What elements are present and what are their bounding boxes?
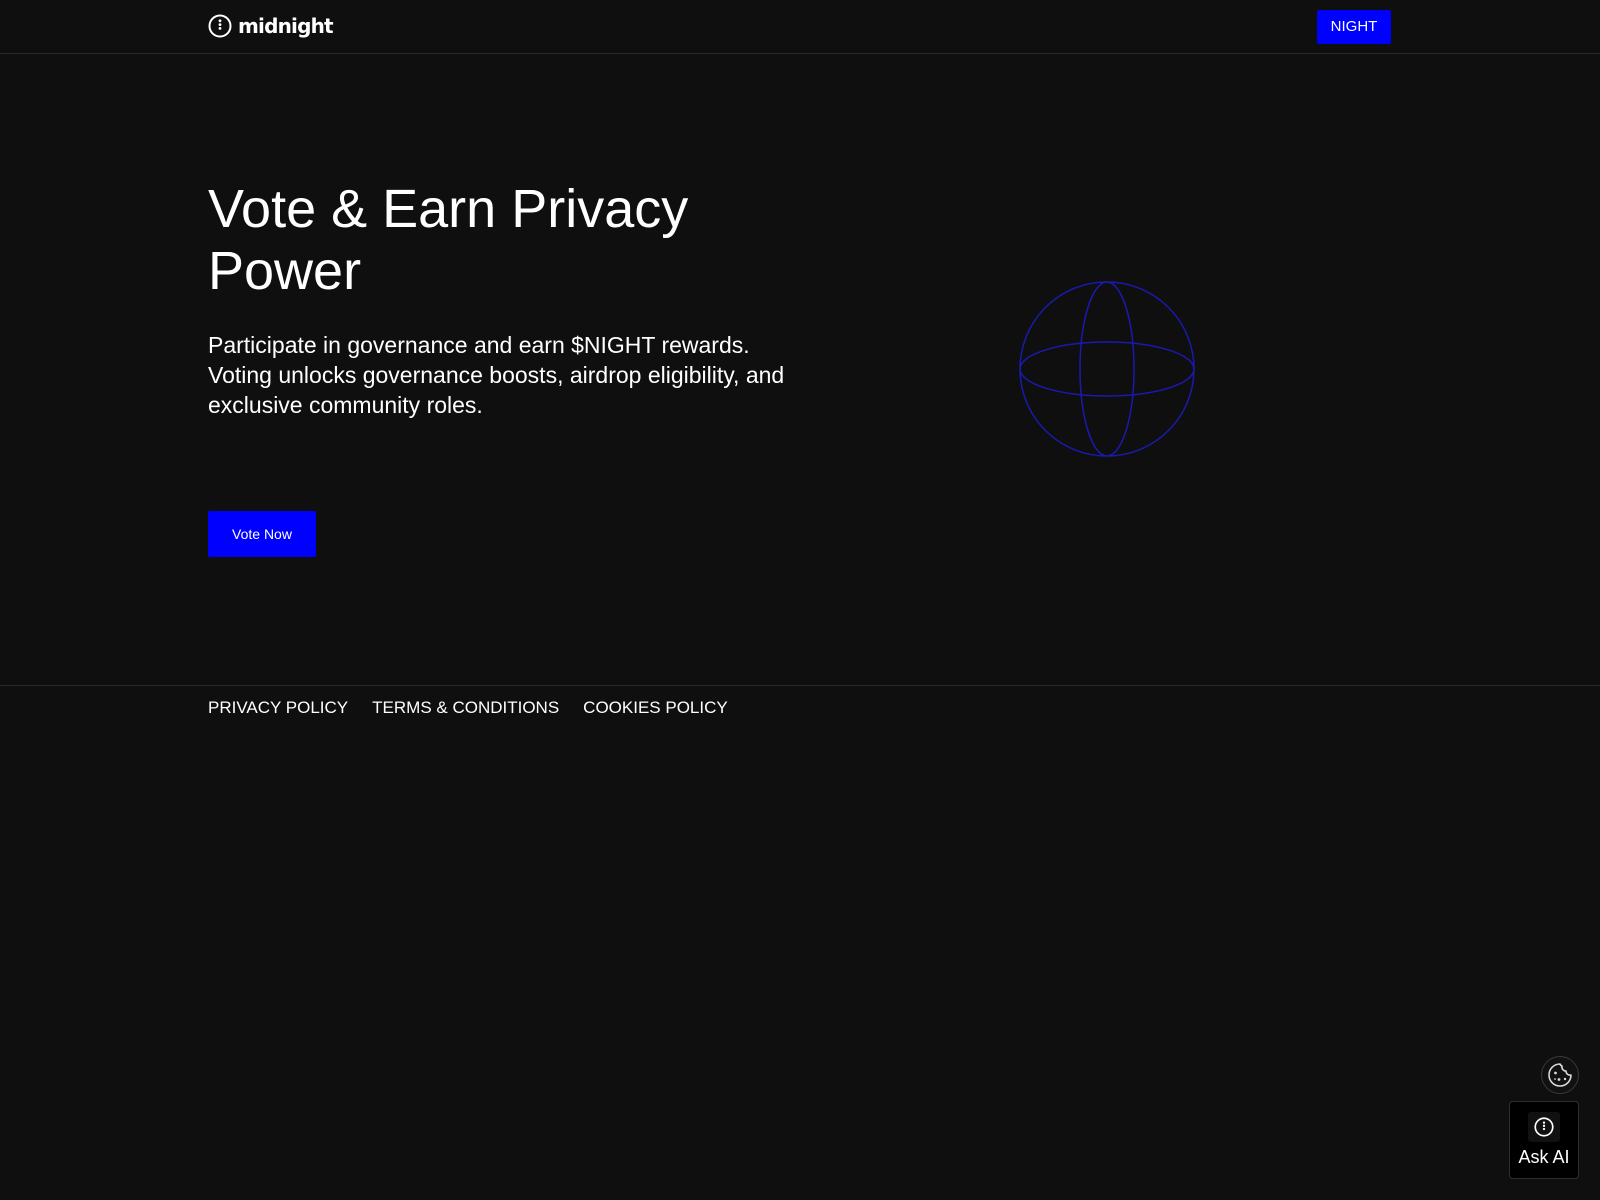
midnight-logo[interactable]: midnight bbox=[208, 13, 334, 39]
ask-ai-button[interactable]: Ask AI bbox=[1509, 1101, 1579, 1179]
globe-wireframe-icon bbox=[1019, 281, 1195, 457]
ask-ai-icon-container bbox=[1528, 1112, 1560, 1142]
logo-text: midnight bbox=[238, 14, 334, 38]
hero-description: Participate in governance and earn $NIGH… bbox=[208, 332, 785, 418]
site-footer: PRIVACY POLICY TERMS & CONDITIONS COOKIE… bbox=[0, 685, 1600, 726]
cookie-settings-button[interactable] bbox=[1541, 1056, 1579, 1094]
ask-ai-label: Ask AI bbox=[1518, 1147, 1570, 1167]
page: midnight NIGHT Vote & Earn Privacy Power… bbox=[0, 0, 1600, 1200]
cookie-icon bbox=[1548, 1063, 1572, 1087]
terms-conditions-link[interactable]: TERMS & CONDITIONS bbox=[372, 698, 559, 718]
vote-now-button[interactable]: Vote Now bbox=[208, 511, 316, 557]
cookies-policy-link[interactable]: COOKIES POLICY bbox=[583, 698, 728, 718]
privacy-policy-link[interactable]: PRIVACY POLICY bbox=[208, 698, 348, 718]
site-header: midnight NIGHT bbox=[0, 0, 1600, 54]
midnight-logo-icon bbox=[208, 14, 232, 38]
night-button[interactable]: NIGHT bbox=[1317, 10, 1391, 44]
hero-title: Vote & Earn Privacy Power bbox=[208, 179, 689, 301]
midnight-logo-icon bbox=[1534, 1117, 1554, 1137]
footer-links: PRIVACY POLICY TERMS & CONDITIONS COOKIE… bbox=[208, 698, 752, 718]
